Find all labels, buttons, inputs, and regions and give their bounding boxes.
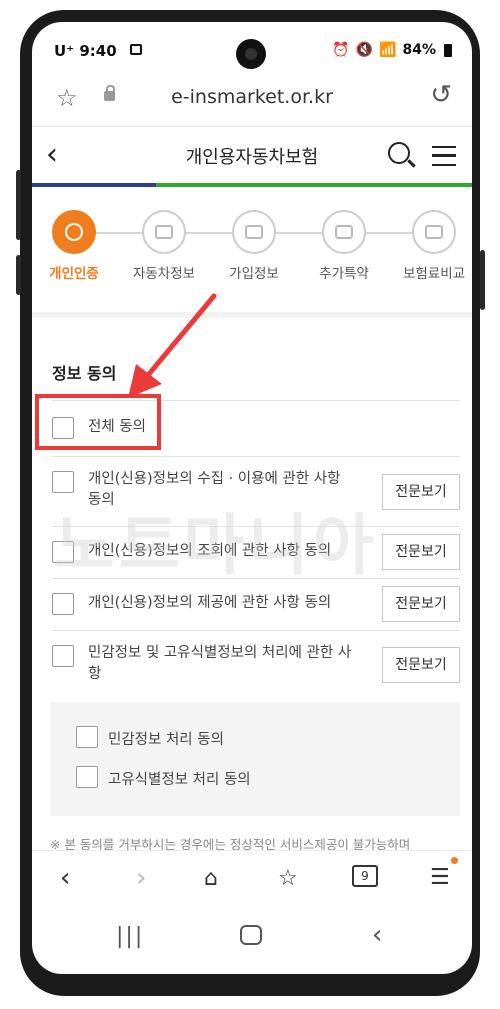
- reload-icon[interactable]: ↺: [430, 80, 452, 110]
- consent-item-label: 민감정보 및 고유식별정보의 처리에 관한 사항: [88, 645, 352, 682]
- url-text[interactable]: e-insmarket.or.kr: [32, 86, 472, 108]
- system-navigation: ||| ‹: [32, 912, 472, 962]
- progress-bar: [32, 183, 472, 187]
- step-extra-rider: 추가특약: [304, 210, 384, 282]
- home-button-icon[interactable]: [240, 925, 262, 945]
- mute-icon: 🔇: [355, 42, 374, 58]
- status-time: U⁺ 9:40: [54, 42, 117, 60]
- url-bar: ☆ e-insmarket.or.kr ↺: [32, 78, 472, 118]
- step-label: 보험료비교: [402, 266, 466, 282]
- browser-toolbar: ‹ › ⌂ ☆ 9 ☰: [32, 850, 472, 906]
- tabs-count: 9: [361, 869, 369, 883]
- sub-consent-label: 고유식별정보 처리 동의: [108, 772, 251, 788]
- page-header: ‹ 개인용자동차보험: [32, 126, 472, 182]
- person-icon: [52, 210, 96, 254]
- step-subscription-info: 가입정보: [214, 210, 294, 282]
- view-full-button[interactable]: 전문보기: [382, 586, 460, 622]
- hamburger-menu-icon[interactable]: [432, 146, 456, 166]
- checkbox[interactable]: [52, 593, 74, 615]
- consent-item-label: 개인(신용)정보의 제공에 관한 사항 동의: [88, 595, 332, 611]
- consent-item-sensitive[interactable]: 민감정보 및 고유식별정보의 처리에 관한 사항 전문보기: [52, 630, 460, 698]
- checkbox[interactable]: [52, 645, 74, 667]
- gallery-icon: [130, 44, 142, 55]
- recent-apps-icon[interactable]: |||: [116, 924, 144, 949]
- progress-bar-fill: [32, 183, 156, 187]
- red-arrow-icon: [128, 293, 217, 398]
- sub-consent-box: 민감정보 처리 동의 고유식별정보 처리 동의: [50, 702, 460, 816]
- front-camera: [236, 39, 266, 69]
- view-full-button[interactable]: 전문보기: [382, 647, 460, 683]
- checkbox[interactable]: [76, 766, 98, 788]
- home-icon[interactable]: ⌂: [204, 866, 218, 891]
- forward-icon[interactable]: ›: [136, 863, 146, 893]
- step-car-info: 자동차정보: [124, 210, 204, 282]
- browser-menu-icon[interactable]: ☰: [430, 865, 450, 890]
- watermark: 노트마니아: [54, 507, 378, 584]
- signal-icon: 📶: [379, 42, 397, 58]
- checkbox[interactable]: [52, 471, 74, 493]
- step-label: 추가특약: [319, 266, 369, 282]
- system-back-icon[interactable]: ‹: [372, 920, 382, 950]
- clock: 9:40: [79, 42, 117, 60]
- tabs-icon[interactable]: 9: [352, 865, 378, 887]
- view-full-button[interactable]: 전문보기: [382, 534, 460, 570]
- view-full-button[interactable]: 전문보기: [382, 474, 460, 510]
- status-bar: U⁺ 9:40 ⏰ 🔇 📶 84%: [32, 22, 472, 69]
- step-premium-compare: 보험료비교: [394, 210, 472, 282]
- document-icon: [412, 210, 456, 254]
- carrier-label: U⁺: [54, 42, 75, 60]
- notification-dot: [451, 857, 458, 864]
- screen: U⁺ 9:40 ⏰ 🔇 📶 84% ☆ e-insmarket.or.kr ↺ …: [32, 22, 472, 974]
- id-card-icon: [232, 210, 276, 254]
- step-label: 가입정보: [229, 266, 279, 282]
- search-icon[interactable]: [388, 142, 410, 164]
- checklist-icon: [322, 210, 366, 254]
- step-indicator: 개인인증 자동차정보 가입정보 추가특약 보험료비교: [32, 210, 472, 300]
- battery-icon: [444, 43, 452, 57]
- highlight-box: [35, 394, 161, 450]
- bookmarks-star-icon[interactable]: ☆: [278, 866, 298, 891]
- volume-button: [16, 170, 21, 240]
- checkbox[interactable]: [76, 726, 98, 748]
- section-divider: [32, 312, 472, 318]
- bixby-button: [16, 255, 21, 295]
- step-label: 자동차정보: [132, 266, 196, 282]
- alarm-icon: ⏰: [332, 42, 350, 58]
- sub-consent-label: 민감정보 처리 동의: [108, 732, 224, 748]
- consent-title: 정보 동의: [52, 364, 117, 383]
- back-icon[interactable]: ‹: [60, 863, 70, 893]
- status-right: ⏰ 🔇 📶 84%: [332, 42, 452, 58]
- step-label: 개인인증: [49, 266, 99, 282]
- step-personal-auth: 개인인증: [34, 210, 114, 282]
- battery-label: 84%: [402, 42, 436, 58]
- car-icon: [142, 210, 186, 254]
- power-button: [480, 250, 485, 310]
